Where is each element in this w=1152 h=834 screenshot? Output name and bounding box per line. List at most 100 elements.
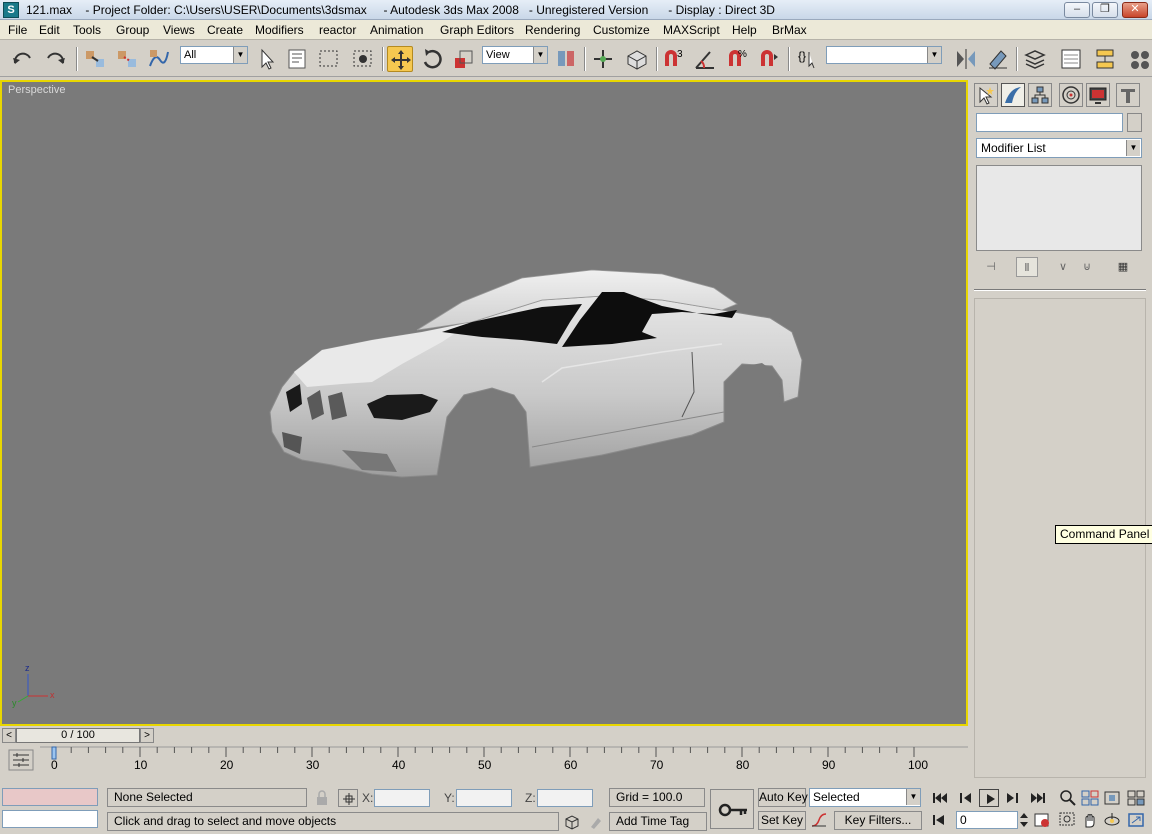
remove-modifier-icon[interactable]: ⊍ bbox=[1076, 257, 1098, 277]
menu-create[interactable]: Create bbox=[207, 23, 243, 37]
car-body-model[interactable] bbox=[2, 82, 966, 724]
pin-stack-icon[interactable]: ⊣ bbox=[980, 257, 1002, 277]
min-max-toggle-icon[interactable] bbox=[1126, 811, 1146, 829]
angle-snap-icon[interactable] bbox=[692, 46, 718, 72]
hierarchy-icon[interactable] bbox=[1028, 83, 1052, 107]
bind-to-space-warp-icon[interactable] bbox=[146, 46, 172, 72]
go-to-start-icon[interactable] bbox=[930, 789, 950, 807]
minimize-button[interactable]: – bbox=[1064, 2, 1090, 18]
mirror-icon[interactable] bbox=[953, 46, 979, 72]
zoom-extents-icon[interactable] bbox=[1102, 789, 1122, 807]
menu-help[interactable]: Help bbox=[732, 23, 757, 37]
add-time-tag-button[interactable]: Add Time Tag bbox=[609, 812, 707, 831]
maximize-button[interactable]: ❐ bbox=[1092, 2, 1118, 18]
default-tangent-icon[interactable] bbox=[809, 811, 829, 829]
track-ruler[interactable]: 0 10 20 30 40 50 60 70 80 90 100 bbox=[40, 745, 968, 777]
manipulate-icon[interactable] bbox=[590, 46, 616, 72]
modifier-stack[interactable] bbox=[976, 165, 1142, 251]
menu-group[interactable]: Group bbox=[116, 23, 149, 37]
configure-modifier-sets-icon[interactable]: ▦ bbox=[1112, 257, 1134, 277]
layer-manager-icon[interactable] bbox=[1022, 46, 1048, 72]
object-name-field[interactable] bbox=[976, 113, 1123, 132]
edit-named-selection-icon[interactable]: {} bbox=[794, 46, 820, 72]
selection-lock-cube-icon[interactable] bbox=[562, 813, 582, 831]
curve-editor-icon[interactable] bbox=[1058, 46, 1084, 72]
key-mode-icon[interactable] bbox=[930, 811, 950, 829]
show-end-result-icon[interactable]: Ⅱ bbox=[1016, 257, 1038, 277]
zoom-all-icon[interactable] bbox=[1080, 789, 1100, 807]
key-mode-dropdown[interactable]: Selected ▼ bbox=[809, 788, 921, 807]
menu-modifiers[interactable]: Modifiers bbox=[255, 23, 304, 37]
create-icon[interactable] bbox=[974, 83, 998, 107]
orbit-icon[interactable] bbox=[1102, 811, 1122, 829]
frame-spinner-icon[interactable] bbox=[1018, 811, 1030, 829]
menu-file[interactable]: File bbox=[8, 23, 27, 37]
app-icon[interactable]: S bbox=[3, 2, 19, 18]
material-editor-icon[interactable] bbox=[1126, 46, 1152, 72]
undo-icon[interactable] bbox=[10, 46, 36, 72]
keyboard-shortcut-override-icon[interactable] bbox=[624, 46, 650, 72]
set-key-icon[interactable] bbox=[710, 789, 754, 829]
named-selection-dropdown[interactable]: ▼ bbox=[826, 46, 942, 64]
reference-coordinate-dropdown[interactable]: View ▼ bbox=[482, 46, 548, 64]
align-icon[interactable] bbox=[985, 46, 1011, 72]
select-and-link-icon[interactable] bbox=[82, 46, 108, 72]
select-and-move-icon[interactable] bbox=[387, 46, 413, 72]
key-filters-button[interactable]: Key Filters... bbox=[834, 811, 922, 830]
absolute-mode-icon[interactable] bbox=[338, 789, 358, 807]
x-coordinate-field[interactable] bbox=[374, 789, 430, 807]
auto-key-button[interactable]: Auto Key bbox=[758, 788, 808, 807]
object-color-swatch[interactable] bbox=[1127, 113, 1142, 132]
next-frame-icon[interactable] bbox=[1002, 789, 1022, 807]
zoom-extents-all-icon[interactable] bbox=[1126, 789, 1146, 807]
make-unique-icon[interactable]: ∨ bbox=[1052, 257, 1074, 277]
unlink-selection-icon[interactable] bbox=[114, 46, 140, 72]
snap-toggle-icon[interactable]: 3 bbox=[660, 46, 686, 72]
time-configuration-icon[interactable] bbox=[1032, 811, 1052, 829]
set-key-button[interactable]: Set Key bbox=[758, 811, 806, 830]
redo-icon[interactable] bbox=[42, 46, 68, 72]
close-button[interactable]: ✕ bbox=[1122, 2, 1148, 18]
perspective-viewport[interactable]: Perspective z x y bbox=[0, 80, 968, 726]
utilities-icon[interactable] bbox=[1116, 83, 1140, 107]
current-frame-marker[interactable] bbox=[51, 746, 57, 760]
previous-frame-icon[interactable] bbox=[956, 789, 976, 807]
pan-view-icon[interactable] bbox=[1080, 811, 1100, 829]
select-object-icon[interactable] bbox=[254, 46, 280, 72]
modify-icon[interactable] bbox=[1001, 83, 1025, 107]
menu-reactor[interactable]: reactor bbox=[319, 23, 356, 37]
time-slider-thumb[interactable]: 0 / 100 bbox=[16, 728, 140, 743]
menu-maxscript[interactable]: MAXScript bbox=[663, 23, 720, 37]
selection-filter-dropdown[interactable]: All ▼ bbox=[180, 46, 248, 64]
schematic-view-icon[interactable] bbox=[1092, 46, 1118, 72]
rectangular-selection-icon[interactable] bbox=[316, 46, 342, 72]
pivot-center-icon[interactable] bbox=[553, 46, 579, 72]
time-slider-prev-button[interactable]: < bbox=[2, 728, 16, 743]
mini-curve-editor-icon[interactable] bbox=[8, 749, 34, 771]
menu-tools[interactable]: Tools bbox=[73, 23, 101, 37]
menu-views[interactable]: Views bbox=[163, 23, 195, 37]
go-to-end-icon[interactable] bbox=[1028, 789, 1048, 807]
z-coordinate-field[interactable] bbox=[537, 789, 593, 807]
menu-rendering[interactable]: Rendering bbox=[525, 23, 580, 37]
motion-icon[interactable] bbox=[1059, 83, 1083, 107]
menu-customize[interactable]: Customize bbox=[593, 23, 650, 37]
menu-edit[interactable]: Edit bbox=[39, 23, 60, 37]
select-by-name-icon[interactable] bbox=[285, 46, 311, 72]
zoom-region-icon[interactable] bbox=[1058, 811, 1078, 829]
time-slider-next-button[interactable]: > bbox=[140, 728, 154, 743]
menu-animation[interactable]: Animation bbox=[370, 23, 423, 37]
percent-snap-icon[interactable]: % bbox=[724, 46, 750, 72]
menu-brmax[interactable]: BrMax bbox=[772, 23, 807, 37]
zoom-icon[interactable] bbox=[1058, 789, 1078, 807]
menu-graph-editors[interactable]: Graph Editors bbox=[440, 23, 514, 37]
select-and-rotate-icon[interactable] bbox=[419, 46, 445, 72]
lock-icon[interactable] bbox=[312, 789, 332, 807]
y-coordinate-field[interactable] bbox=[456, 789, 512, 807]
current-frame-field[interactable]: 0 bbox=[956, 811, 1018, 829]
key-mode-toggle-icon[interactable] bbox=[586, 813, 606, 831]
select-and-scale-icon[interactable] bbox=[451, 46, 477, 72]
play-icon[interactable] bbox=[979, 789, 999, 807]
modifier-list-dropdown[interactable]: Modifier List ▼ bbox=[976, 138, 1142, 158]
maxscript-input-field[interactable] bbox=[2, 810, 98, 828]
